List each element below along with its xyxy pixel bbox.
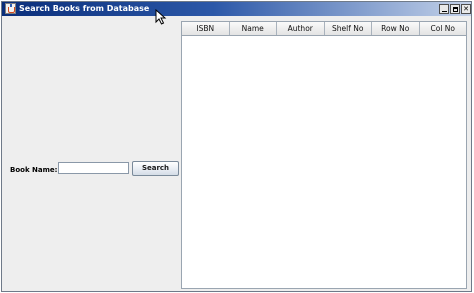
book-name-input[interactable] <box>58 162 129 174</box>
window-title: Search Books from Database <box>19 4 150 13</box>
minimize-button[interactable] <box>439 4 449 14</box>
column-header-col-no[interactable]: Col No <box>420 22 467 35</box>
search-panel: Book Name: Search <box>2 16 180 291</box>
column-header-author[interactable]: Author <box>277 22 325 35</box>
app-window: Search Books from Database ✕ Book Name: … <box>1 1 472 292</box>
close-button[interactable]: ✕ <box>461 4 471 14</box>
search-button[interactable]: Search <box>132 161 179 176</box>
minimize-icon <box>442 11 447 12</box>
java-cup-icon <box>5 3 16 14</box>
close-icon: ✕ <box>463 5 469 13</box>
table-body[interactable] <box>182 36 466 288</box>
table-header: ISBN Name Author Shelf No Row No Col No <box>182 22 466 36</box>
column-header-isbn[interactable]: ISBN <box>182 22 230 35</box>
column-header-row-no[interactable]: Row No <box>372 22 420 35</box>
maximize-icon <box>453 7 458 12</box>
column-header-name[interactable]: Name <box>230 22 277 35</box>
results-table[interactable]: ISBN Name Author Shelf No Row No Col No <box>181 21 467 289</box>
column-header-shelf-no[interactable]: Shelf No <box>325 22 372 35</box>
maximize-button[interactable] <box>450 4 460 14</box>
book-name-label: Book Name: <box>10 166 58 174</box>
mouse-cursor-icon <box>155 9 167 25</box>
title-bar[interactable]: Search Books from Database ✕ <box>2 2 471 16</box>
